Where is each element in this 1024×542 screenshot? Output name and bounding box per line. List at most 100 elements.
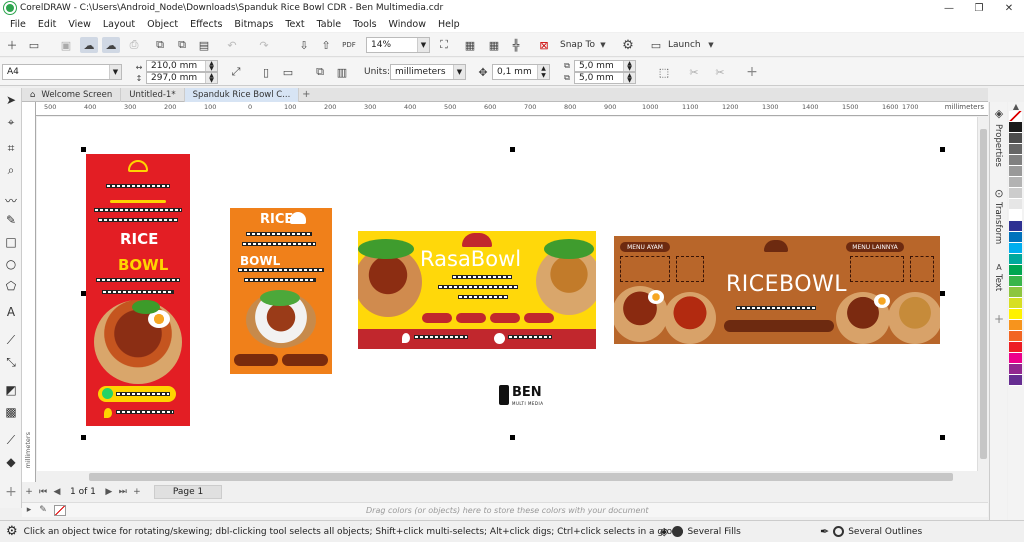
outline-indicator[interactable]: ✒ Several Outlines: [820, 525, 922, 538]
selection-handle[interactable]: [510, 435, 515, 440]
color-swatch[interactable]: [1009, 364, 1022, 375]
color-swatch[interactable]: [1009, 243, 1022, 254]
polygon-tool-icon[interactable]: ⬠: [3, 278, 19, 294]
edit-tools-icon[interactable]: ✂: [686, 64, 702, 80]
spin-up-icon[interactable]: ▲: [537, 65, 549, 72]
color-swatch[interactable]: [1009, 111, 1022, 122]
full-screen-icon[interactable]: ⛶: [436, 37, 452, 53]
spin-down-icon[interactable]: ▼: [623, 65, 635, 72]
menu-file[interactable]: File: [4, 19, 32, 30]
shape-tool-icon[interactable]: ⌖: [3, 114, 19, 130]
rectangle-tool-icon[interactable]: □: [3, 234, 19, 250]
scale-all-pages-icon[interactable]: ⤢: [228, 64, 244, 80]
show-grid-icon[interactable]: ▦: [486, 37, 502, 53]
next-page-icon[interactable]: ▶: [102, 487, 116, 497]
menu-table[interactable]: Table: [311, 19, 348, 30]
current-page-icon[interactable]: ▥: [334, 64, 350, 80]
treat-as-filled-icon[interactable]: ⬚: [656, 64, 672, 80]
selection-handle[interactable]: [81, 435, 86, 440]
color-swatch[interactable]: [1009, 221, 1022, 232]
prev-page-icon[interactable]: ◀: [50, 487, 64, 497]
print-icon[interactable]: ⎙: [126, 37, 142, 53]
docker-tab-transform[interactable]: Transform: [993, 202, 1003, 244]
settings-gear-icon[interactable]: ⚙: [6, 524, 18, 539]
menu-object[interactable]: Object: [141, 19, 184, 30]
selection-handle[interactable]: [81, 147, 86, 152]
color-swatch[interactable]: [1009, 298, 1022, 309]
spin-down-icon[interactable]: ▼: [623, 77, 635, 84]
last-page-icon[interactable]: ⏭: [116, 487, 130, 497]
document-palette[interactable]: ▸ ✎ Drag colors (or objects) here to sto…: [22, 502, 988, 517]
copy-icon[interactable]: ⧉: [174, 37, 190, 53]
color-swatch[interactable]: [1009, 276, 1022, 287]
snap-chevron-down-icon[interactable]: ▼: [598, 37, 608, 53]
zoom-level-dropdown[interactable]: 14% ▼: [366, 37, 430, 53]
drop-shadow-icon[interactable]: ◩: [3, 382, 19, 398]
minimize-button[interactable]: —: [934, 0, 964, 16]
palette-menu-icon[interactable]: ▸: [22, 505, 36, 515]
redo-icon[interactable]: ↷: [256, 37, 272, 53]
snap-off-icon[interactable]: ⊠: [536, 37, 552, 53]
pick-tool-icon[interactable]: ➤: [3, 92, 19, 108]
vertical-ruler[interactable]: millimeters: [22, 102, 36, 482]
color-swatch[interactable]: [1009, 144, 1022, 155]
color-swatch[interactable]: [1009, 188, 1022, 199]
cut-icon[interactable]: ⧉: [152, 37, 168, 53]
menu-view[interactable]: View: [62, 19, 97, 30]
add-docker-icon[interactable]: +: [992, 312, 1006, 326]
cloud-upload-icon[interactable]: ☁: [80, 37, 98, 53]
freehand-tool-icon[interactable]: 〰: [3, 192, 19, 208]
page-tab[interactable]: Page 1: [153, 485, 223, 499]
options-gear-icon[interactable]: ⚙: [620, 37, 636, 53]
banner-red-vertical[interactable]: RICE BOWL: [86, 154, 190, 426]
page-size-dropdown[interactable]: A4 ▼: [2, 64, 122, 80]
text-tool-icon[interactable]: A: [3, 304, 19, 320]
connector-tool-icon[interactable]: ⤡: [3, 354, 19, 370]
interactive-fill-icon[interactable]: ◆: [3, 454, 19, 470]
transparency-tool-icon[interactable]: ▩: [3, 404, 19, 420]
spin-down-icon[interactable]: ▼: [537, 72, 549, 79]
eyedropper-icon[interactable]: ✎: [36, 505, 50, 515]
color-swatch[interactable]: [1009, 166, 1022, 177]
no-color-swatch[interactable]: [54, 504, 66, 516]
color-swatch[interactable]: [1009, 254, 1022, 265]
spin-down-icon[interactable]: ▼: [205, 65, 217, 72]
menu-text[interactable]: Text: [279, 19, 310, 30]
first-page-icon[interactable]: ⏮: [36, 487, 50, 497]
menu-edit[interactable]: Edit: [32, 19, 62, 30]
publish-pdf-icon[interactable]: PDF: [340, 37, 358, 53]
docker-tab-properties[interactable]: Properties: [993, 124, 1003, 167]
color-swatch[interactable]: [1009, 210, 1022, 221]
spin-down-icon[interactable]: ▼: [205, 77, 217, 84]
color-swatch[interactable]: [1009, 122, 1022, 133]
vertical-scrollbar[interactable]: [977, 117, 988, 471]
menu-bitmaps[interactable]: Bitmaps: [228, 19, 279, 30]
selection-handle[interactable]: [940, 147, 945, 152]
menu-window[interactable]: Window: [383, 19, 432, 30]
units-dropdown[interactable]: millimeters ▼: [390, 64, 466, 80]
banner-brown-landscape[interactable]: MENU AYAM MENU LAINNYA RICEBOWL: [614, 236, 940, 344]
artistic-media-icon[interactable]: ✎: [3, 212, 19, 228]
docker-expand-icon[interactable]: ◈: [992, 106, 1006, 120]
menu-effects[interactable]: Effects: [184, 19, 228, 30]
color-swatch[interactable]: [1009, 199, 1022, 210]
horizontal-ruler[interactable]: 500 400 300 200 100 0 100 200 300 400 50…: [36, 102, 988, 116]
crop-tool-icon[interactable]: ⌗: [3, 140, 19, 156]
menu-help[interactable]: Help: [432, 19, 466, 30]
color-swatch[interactable]: [1009, 320, 1022, 331]
color-swatch[interactable]: [1009, 309, 1022, 320]
import-icon[interactable]: ⇩: [296, 37, 312, 53]
show-rulers-icon[interactable]: ▦: [462, 37, 478, 53]
nudge-distance-field[interactable]: 0,1 mm ▲ ▼: [492, 64, 550, 80]
palette-scroll-up-icon[interactable]: ▲: [1008, 102, 1024, 111]
horizontal-scrollbar[interactable]: [37, 471, 988, 482]
banner-yellow-landscape[interactable]: RasaBowl: [358, 231, 596, 349]
color-swatch[interactable]: [1009, 353, 1022, 364]
save-icon[interactable]: ▣: [58, 37, 74, 53]
selection-handle[interactable]: [940, 291, 945, 296]
show-guidelines-icon[interactable]: ╬: [508, 37, 524, 53]
fill-indicator[interactable]: ◈ Several Fills: [660, 525, 741, 538]
selection-handle[interactable]: [510, 147, 515, 152]
crop-tools-icon[interactable]: ✂: [712, 64, 728, 80]
color-swatch[interactable]: [1009, 287, 1022, 298]
